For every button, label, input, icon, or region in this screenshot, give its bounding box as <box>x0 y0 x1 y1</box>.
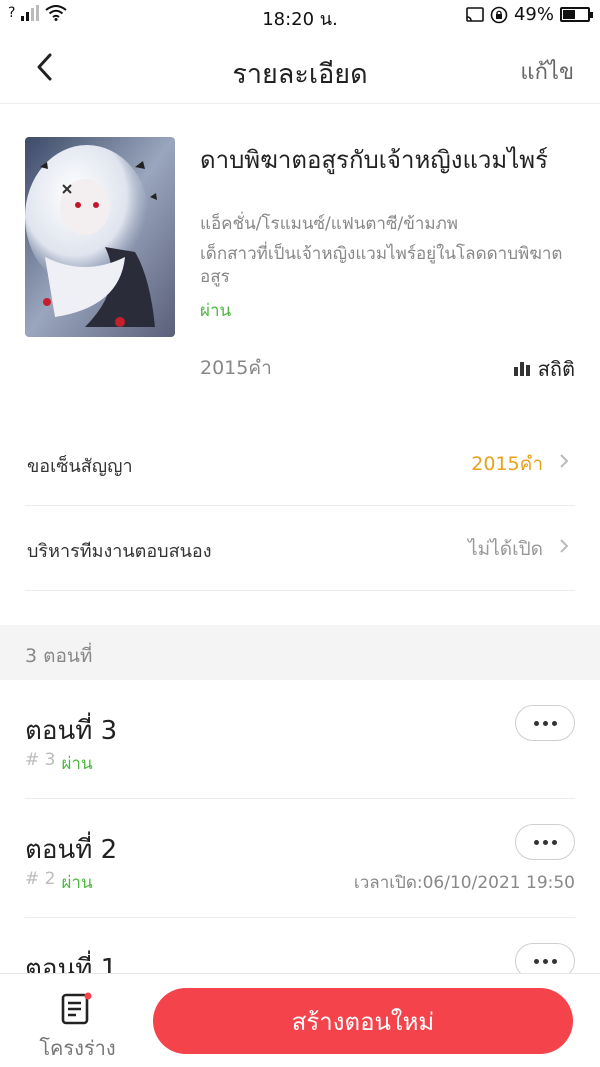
chapter-meta: # 2 ผ่าน <box>25 869 93 896</box>
page-title: รายละเอียด <box>232 59 368 90</box>
draft-document-icon <box>61 992 92 1025</box>
battery-percent: 49% <box>513 4 554 25</box>
chapter-title: ตอนที่ 3 <box>25 716 118 746</box>
bar-chart-icon <box>513 362 530 376</box>
chapter-count-header: 3 ตอนที่ <box>0 625 600 680</box>
chapter-count-label: 3 ตอนที่ <box>25 645 93 667</box>
more-options-button[interactable] <box>515 824 575 860</box>
more-dot <box>533 720 539 726</box>
book-genre: แอ็คชั่น/โรแมนซ์/แฟนตาซี/ข้ามภพ <box>200 214 458 234</box>
chapter-open-time: เวลาเปิด:06/10/2021 19:50 <box>353 873 575 893</box>
book-title: ดาบพิฆาตอสูรกับเจ้าหญิงแวมไพร์ <box>200 146 548 174</box>
chevron-right-icon <box>560 539 569 553</box>
chevron-right-icon <box>560 454 569 468</box>
chapter-status: ผ่าน <box>61 754 93 774</box>
chapter-number: # 3 <box>25 750 56 770</box>
chapter-number: # 2 <box>25 869 56 889</box>
stats-label: สถิติ <box>537 357 575 381</box>
contract-request-label: ขอเซ็นสัญญา <box>27 456 133 477</box>
battery-icon <box>560 7 593 22</box>
book-info: ดาบพิฆาตอสูรกับเจ้าหญิงแวมไพร์ แอ็คชั่น/… <box>0 104 600 404</box>
chapter-meta: # 3 ผ่าน <box>25 750 93 777</box>
edit-button[interactable]: แก้ไข <box>520 54 574 89</box>
status-right: 49% <box>466 4 593 25</box>
chapter-item[interactable]: ตอนที่ 3 # 3 ผ่าน <box>25 680 575 799</box>
bottom-bar: โครงร่าง สร้างตอนใหม่ <box>0 973 600 1067</box>
chapter-title: ตอนที่ 2 <box>25 835 118 865</box>
response-team-value: ไม่ได้เปิด <box>468 538 543 560</box>
contract-request-row[interactable]: ขอเซ็นสัญญา 2015คำ <box>25 421 575 506</box>
chapter-item[interactable]: ตอนที่ 2 # 2 ผ่าน เวลาเปิด:06/10/2021 19… <box>25 799 575 918</box>
contract-request-value: 2015คำ <box>471 453 543 475</box>
more-dot <box>533 839 539 845</box>
more-dot <box>551 839 557 845</box>
battery-fill <box>563 10 575 19</box>
more-dot <box>551 720 557 726</box>
chapter-status: ผ่าน <box>61 873 93 893</box>
book-cover-image[interactable] <box>25 137 175 337</box>
drafts-button[interactable]: โครงร่าง <box>30 992 125 1062</box>
more-dot <box>542 958 548 964</box>
more-dot <box>551 958 557 964</box>
more-options-button[interactable] <box>515 705 575 741</box>
status-bar: ? 18:20 น. 49% <box>0 0 600 30</box>
cast-icon <box>466 6 484 22</box>
drafts-label: โครงร่าง <box>39 1036 116 1060</box>
top-nav: รายละเอียด แก้ไข <box>0 30 600 104</box>
more-dot <box>533 958 539 964</box>
more-dot <box>542 839 548 845</box>
stats-button[interactable]: สถิติ <box>513 353 575 385</box>
create-new-chapter-button[interactable]: สร้างตอนใหม่ <box>153 988 573 1054</box>
book-status-badge: ผ่าน <box>200 301 232 321</box>
book-description: เด็กสาวที่เป็นเจ้าหญิงแวมไพร์อยู่ในโลดดา… <box>200 244 563 287</box>
rotation-lock-icon <box>490 6 508 23</box>
response-team-row[interactable]: บริหารทีมงานตอบสนอง ไม่ได้เปิด <box>25 506 575 591</box>
book-word-count: 2015คำ <box>200 357 272 379</box>
response-team-label: บริหารทีมงานตอบสนอง <box>27 541 212 562</box>
more-dot <box>542 720 548 726</box>
